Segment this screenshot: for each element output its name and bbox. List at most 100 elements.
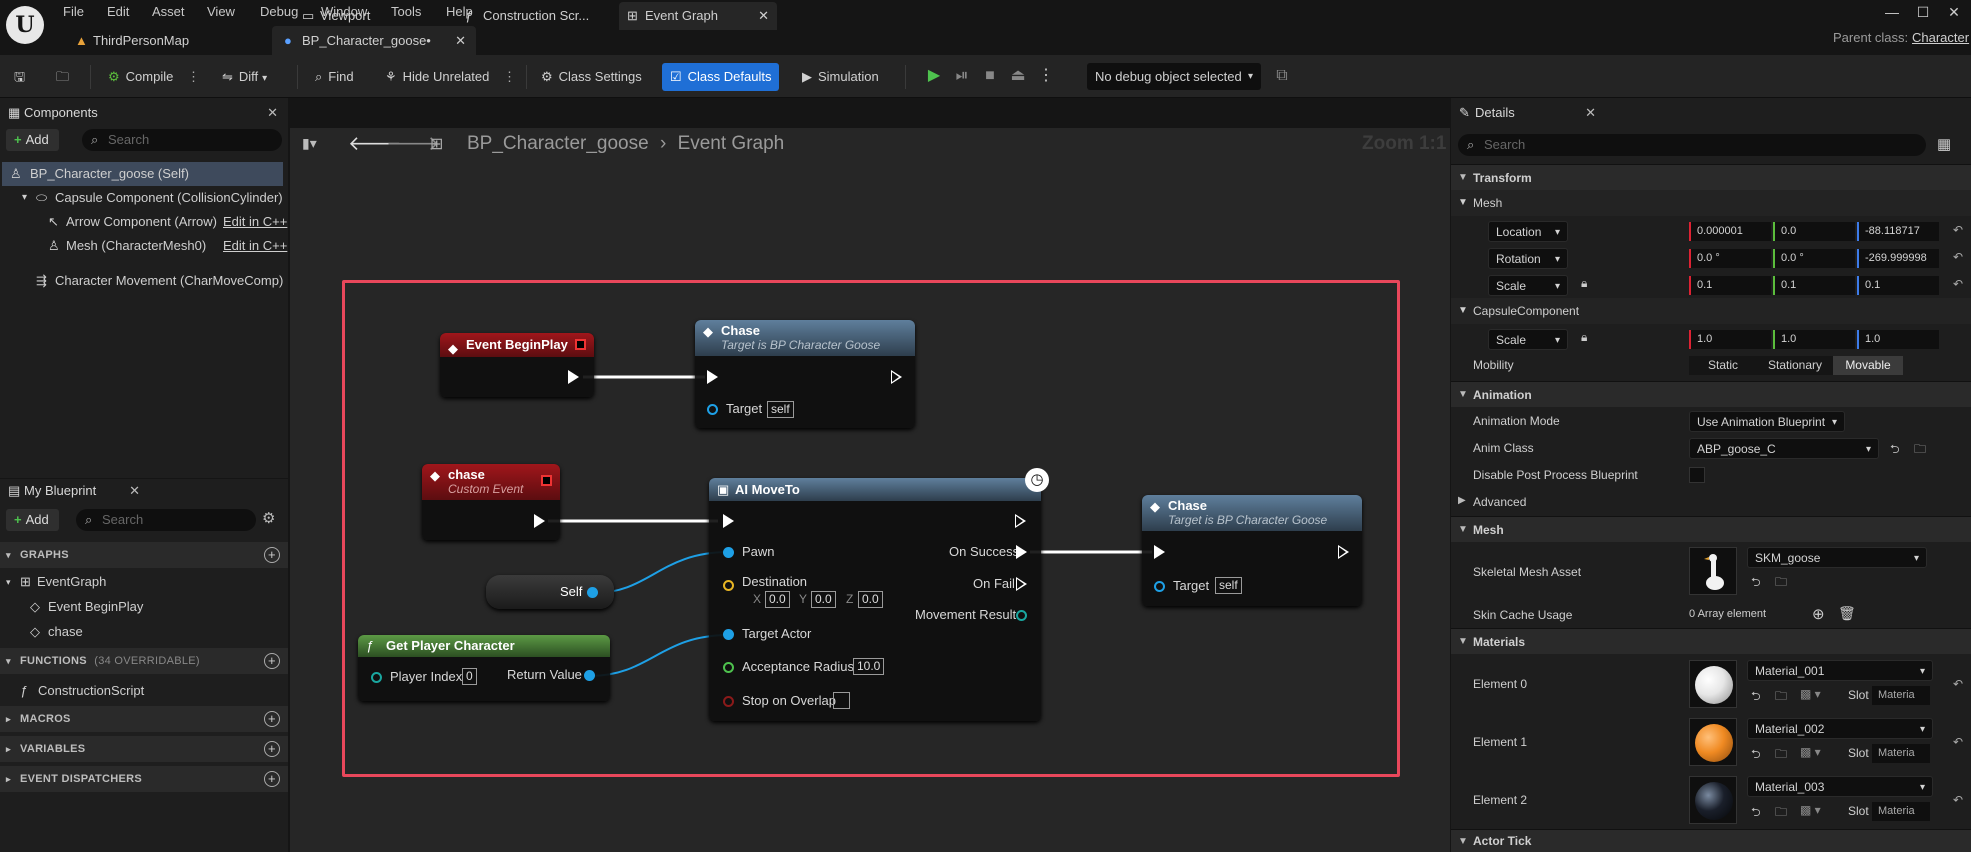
compile-button[interactable]: ⚙ Compile ⋮ [100,63,208,91]
location-z-input[interactable]: -88.118717 [1857,222,1939,241]
use-selected-icon[interactable]: ⮌ [1751,803,1761,824]
close-window-icon[interactable]: ✕ [1939,2,1969,22]
scale-y-input[interactable]: 0.1 [1773,276,1855,295]
step-icon[interactable]: ⏯ [951,65,973,87]
event-graph-item[interactable]: ▾ ⊞ EventGraph [0,570,288,594]
reset-icon[interactable]: ↶ [1953,677,1963,691]
node-self[interactable]: Self [486,575,614,609]
node-ai-moveto[interactable]: ▣ AI MoveTo ◷ Pawn Destination X 0.0 Y 0… [709,468,1049,721]
scale-z-input[interactable]: 0.1 [1857,276,1939,295]
tab-event-graph[interactable]: ⊞ Event Graph ✕ [619,2,777,30]
component-row-capsule[interactable]: ▾ ⬭ Capsule Component (CollisionCylinder… [2,186,283,210]
browse-icon[interactable]: 🗀 [1775,745,1787,766]
capsule-scale-y-input[interactable]: 1.0 [1773,330,1855,349]
rotation-x-input[interactable]: 0.0 ° [1689,249,1771,268]
transform-section[interactable]: ▼ Transform [1451,164,1971,190]
slot-input[interactable]: Materia [1872,744,1930,763]
exec-out-pin[interactable] [1015,514,1026,528]
menu-edit[interactable]: Edit [107,2,129,22]
browse-icon[interactable]: 🗀 [1914,440,1926,461]
reset-icon[interactable]: ↶ [1953,223,1963,237]
tab-viewport[interactable]: ▭ Viewport [294,2,454,30]
location-x-input[interactable]: 0.000001 [1689,222,1771,241]
exec-in-pin[interactable] [723,514,734,528]
movement-result-pin[interactable] [1016,610,1027,621]
material-dropdown[interactable]: Material_002 ▾ [1747,718,1933,739]
material-options-icon[interactable]: ▩ ▾ [1800,803,1821,817]
material-dropdown[interactable]: Material_003 ▾ [1747,776,1933,797]
close-tab-icon[interactable]: ✕ [758,2,769,30]
self-out-pin[interactable] [587,587,598,598]
tab-construction-script[interactable]: ƒ Construction Scr... [457,2,617,30]
maximize-icon[interactable]: ☐ [1908,2,1938,22]
component-row-mesh[interactable]: ♙ Mesh (CharacterMesh0) Edit in C++ [2,234,287,258]
diff-button[interactable]: ⇋ Diff ▾ [214,63,275,91]
target-value[interactable]: self [767,401,794,418]
find-button[interactable]: ⌕ Find [307,63,362,91]
component-row-self[interactable]: ♙ BP_Character_goose (Self) [2,162,283,186]
more-icon[interactable]: ⋮ [187,69,200,84]
add-graph-icon[interactable]: + [264,547,280,563]
menu-view[interactable]: View [207,2,235,22]
exec-in-pin[interactable] [1154,545,1165,559]
target-value[interactable]: self [1215,577,1242,594]
trash-icon[interactable]: 🗑︎ [1838,605,1856,622]
graph-item-begin-play[interactable]: ◇ Event BeginPlay [0,595,288,619]
animation-mode-dropdown[interactable]: Use Animation Blueprint ▾ [1689,411,1845,432]
mesh-section[interactable]: ▼ Mesh [1451,516,1971,542]
material-thumbnail[interactable] [1689,660,1737,708]
on-success-pin[interactable] [1016,545,1027,559]
delegate-pin[interactable] [541,475,552,486]
save-icon[interactable]: 🖫 [6,63,33,91]
minimize-icon[interactable]: — [1877,2,1907,22]
functions-section-header[interactable]: ▾ FUNCTIONS (34 OVERRIDABLE) + [0,648,288,674]
details-search-input[interactable]: ⌕ Search [1458,134,1926,156]
menu-debug[interactable]: Debug [260,2,298,22]
slot-input[interactable]: Materia [1872,686,1930,705]
reset-icon[interactable]: ↶ [1953,250,1963,264]
add-component-button[interactable]: + Add [6,129,59,151]
target-pin[interactable] [707,404,718,415]
destination-pin[interactable] [723,580,734,591]
hide-unrelated-button[interactable]: ⚘ Hide Unrelated ⋮ [377,63,524,91]
stop-on-overlap-checkbox[interactable] [833,692,850,709]
variables-section-header[interactable]: ▸ VARIABLES + [0,736,288,762]
add-dispatcher-icon[interactable]: + [264,771,280,787]
browse-icon[interactable]: 🗀 [1775,803,1787,824]
parent-class-link[interactable]: Character [1912,30,1971,45]
material-options-icon[interactable]: ▩ ▾ [1800,745,1821,759]
skeletal-mesh-thumbnail[interactable] [1689,547,1737,595]
player-index-input[interactable]: 0 [462,668,477,685]
dest-y-input[interactable]: 0.0 [811,591,836,608]
advanced-row[interactable]: ▶ Advanced [1451,489,1971,515]
slot-input[interactable]: Materia [1872,802,1930,821]
mobility-movable[interactable]: Movable [1833,356,1903,375]
capsule-scale-dropdown[interactable]: Scale ▾ [1488,329,1568,350]
material-dropdown[interactable]: Material_001 ▾ [1747,660,1933,681]
lock-icon[interactable]: 🔒︎ [1581,330,1587,345]
browse-icon[interactable]: 🗀 [1775,687,1787,708]
use-selected-icon[interactable]: ⮌ [1751,687,1761,708]
target-pin[interactable] [1154,581,1165,592]
mobility-stationary[interactable]: Stationary [1757,356,1833,375]
reset-icon[interactable]: ↶ [1953,735,1963,749]
graphs-section-header[interactable]: ▾ GRAPHS + [0,542,288,568]
acceptance-radius-pin[interactable] [723,662,734,673]
my-blueprint-tab[interactable]: ▤ My Blueprint ✕ [0,479,150,503]
dest-z-input[interactable]: 0.0 [858,591,883,608]
more-icon[interactable]: ⋮ [1035,65,1057,87]
material-options-icon[interactable]: ▩ ▾ [1800,687,1821,701]
add-member-button[interactable]: + Add [6,509,59,531]
location-y-input[interactable]: 0.0 [1773,222,1855,241]
debug-filter-icon[interactable]: ⧉ [1271,65,1293,87]
node-chase-call-1[interactable]: ◆ Chase Target is BP Character Goose Tar… [695,320,915,428]
component-row-movement[interactable]: ⇶ Character Movement (CharMoveComp) [2,269,283,293]
node-event-beginplay[interactable]: ◆ Event BeginPlay [440,333,594,397]
lock-icon[interactable]: 🔒︎ [1581,276,1587,291]
on-fail-pin[interactable] [1016,577,1027,591]
construction-script-item[interactable]: ƒ ConstructionScript [0,679,288,703]
node-get-player-character[interactable]: ƒ Get Player Character Player Index 0 Re… [358,635,610,701]
component-row-arrow[interactable]: ↖ Arrow Component (Arrow) Edit in C++ [2,210,287,234]
components-tab[interactable]: ▦ Components ✕ [0,101,288,125]
exec-out-pin[interactable] [891,370,902,384]
